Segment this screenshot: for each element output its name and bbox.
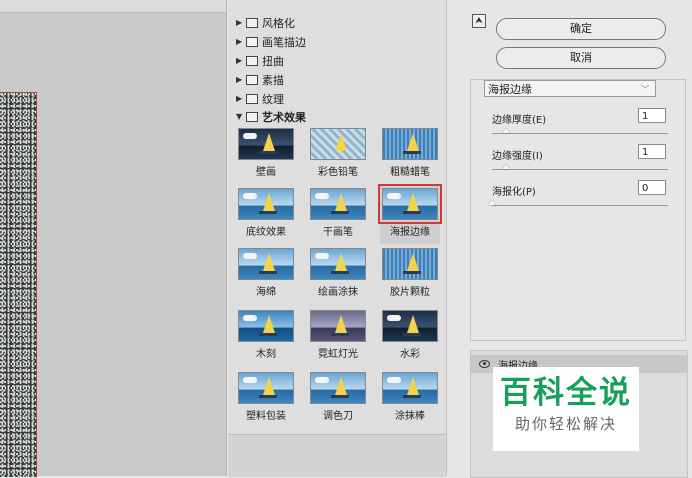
filter-thumbnail-image — [310, 372, 366, 404]
filter-thumb-watercolor[interactable]: 水彩 — [380, 310, 440, 360]
preview-pane[interactable] — [0, 0, 227, 477]
filter-thumb-poster-edges[interactable]: 海报边缘 — [378, 184, 442, 244]
expand-arrow-icon: ▶ — [236, 75, 243, 84]
folder-icon — [246, 74, 258, 85]
folder-stylize[interactable]: ▶ 风格化 — [236, 14, 295, 31]
filter-thumb-paint-daubs[interactable]: 绘画涂抹 — [308, 248, 368, 298]
filter-thumb-fresco[interactable]: 壁画 — [236, 128, 296, 178]
filter-thumb-palette-knife[interactable]: 调色刀 — [308, 372, 368, 422]
preview-top-strip — [0, 0, 226, 13]
cancel-button[interactable]: 取消 — [496, 47, 666, 69]
preview-image — [0, 92, 37, 477]
filter-browser-footer — [228, 434, 446, 477]
folder-icon — [246, 55, 258, 66]
slider-knob[interactable] — [502, 164, 511, 169]
folder-icon — [246, 36, 258, 47]
chevron-down-icon: ﹀ — [641, 85, 649, 94]
watermark-logo: 百科全说 助你轻松解决 — [493, 367, 639, 451]
edge-intensity-input[interactable]: 1 — [638, 144, 666, 159]
filter-thumbnail-image — [382, 128, 438, 160]
folder-artistic[interactable]: ▼ 艺术效果 — [236, 108, 306, 125]
collapse-arrows-icon[interactable]: ⮝ — [472, 14, 486, 28]
filter-thumbnail-image — [382, 310, 438, 342]
ok-button[interactable]: 确定 — [496, 18, 666, 40]
filter-thumbnail-image — [378, 184, 442, 224]
filter-thumb-sponge[interactable]: 海绵 — [236, 248, 296, 298]
folder-icon — [246, 111, 258, 122]
filter-thumbnail-image — [382, 372, 438, 404]
filter-thumbnail-image — [238, 188, 294, 220]
folder-icon — [246, 93, 258, 104]
filter-thumb-neon-glow[interactable]: 霓虹灯光 — [308, 310, 368, 360]
slider-knob[interactable] — [488, 200, 496, 205]
slider-track[interactable] — [492, 205, 668, 206]
filter-browser: ▶ 风格化 ▶ 画笔描边 ▶ 扭曲 ▶ 素描 ▶ 纹理 ▼ 艺术效果 壁画 彩色… — [228, 0, 447, 477]
filter-thumb-underpainting[interactable]: 底纹效果 — [236, 188, 296, 238]
posterization-input[interactable]: 0 — [638, 180, 666, 195]
filter-thumb-smudge-stick[interactable]: 涂抹棒 — [380, 372, 440, 422]
slider-track[interactable] — [492, 169, 668, 170]
slider-track[interactable] — [492, 133, 668, 134]
expand-arrow-icon: ▶ — [236, 18, 243, 27]
filter-thumbnail-image — [310, 188, 366, 220]
expand-arrow-icon: ▶ — [236, 56, 243, 65]
folder-texture[interactable]: ▶ 纹理 — [236, 90, 284, 107]
folder-brush-strokes[interactable]: ▶ 画笔描边 — [236, 33, 306, 50]
filter-thumbnail-image — [310, 128, 366, 160]
filter-thumb-cutout[interactable]: 木刻 — [236, 310, 296, 360]
filter-thumbnail-image — [238, 248, 294, 280]
filter-thumb-rough-pastels[interactable]: 粗糙蜡笔 — [380, 128, 440, 178]
expand-arrow-icon: ▶ — [236, 94, 243, 103]
filter-thumb-film-grain[interactable]: 胶片颗粒 — [380, 248, 440, 298]
slider-knob[interactable] — [502, 128, 511, 133]
eye-icon[interactable] — [479, 360, 490, 368]
filter-thumbnail-image — [238, 310, 294, 342]
filter-thumbnail-image — [310, 310, 366, 342]
filter-thumbnail-image — [238, 128, 294, 160]
folder-icon — [246, 17, 258, 28]
filter-select[interactable]: 海报边缘 ﹀ — [484, 80, 656, 97]
expand-arrow-icon: ▶ — [236, 37, 243, 46]
filter-thumb-colored-pencil[interactable]: 彩色铅笔 — [308, 128, 368, 178]
filter-thumbnail-image — [382, 248, 438, 280]
filter-thumbnail-image — [238, 372, 294, 404]
filter-thumbnail-image — [310, 248, 366, 280]
folder-distort[interactable]: ▶ 扭曲 — [236, 52, 284, 69]
filter-thumb-dry-brush[interactable]: 干画笔 — [308, 188, 368, 238]
filter-thumb-plastic-wrap[interactable]: 塑料包装 — [236, 372, 296, 422]
edge-thickness-input[interactable]: 1 — [638, 108, 666, 123]
folder-sketch[interactable]: ▶ 素描 — [236, 71, 284, 88]
collapse-arrow-icon: ▼ — [236, 112, 243, 121]
